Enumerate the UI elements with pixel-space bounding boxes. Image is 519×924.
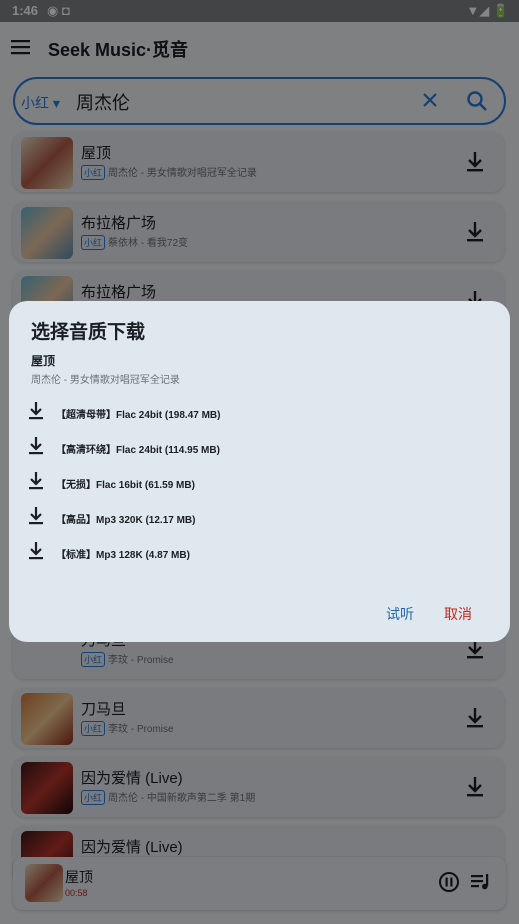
download-icon xyxy=(27,541,45,566)
quality-option[interactable]: 【高品】Mp3 320K (12.17 MB) xyxy=(25,503,325,531)
download-icon xyxy=(27,506,45,531)
cancel-button[interactable]: 取消 xyxy=(444,604,472,624)
listen-button[interactable]: 试听 xyxy=(386,604,414,624)
dialog-song-artist: 周杰伦 - 男女情歌对唱冠军全记录 xyxy=(31,375,180,386)
quality-dialog: 选择音质下载 屋顶 周杰伦 - 男女情歌对唱冠军全记录 【超清母带】Flac 2… xyxy=(9,301,510,642)
quality-label: 【标准】Mp3 128K (4.87 MB) xyxy=(56,550,190,561)
download-icon xyxy=(27,471,45,496)
quality-label: 【超清母带】Flac 24bit (198.47 MB) xyxy=(56,410,221,421)
quality-label: 【高品】Mp3 320K (12.17 MB) xyxy=(56,515,196,526)
quality-option[interactable]: 【高清环绕】Flac 24bit (114.95 MB) xyxy=(25,433,325,461)
quality-option[interactable]: 【超清母带】Flac 24bit (198.47 MB) xyxy=(25,398,325,426)
dialog-title: 选择音质下载 xyxy=(31,322,146,343)
quality-option[interactable]: 【无损】Flac 16bit (61.59 MB) xyxy=(25,468,325,496)
quality-label: 【高清环绕】Flac 24bit (114.95 MB) xyxy=(56,445,220,456)
download-icon xyxy=(27,401,45,426)
quality-option[interactable]: 【标准】Mp3 128K (4.87 MB) xyxy=(25,538,325,566)
download-icon xyxy=(27,436,45,461)
dialog-song-title: 屋顶 xyxy=(31,354,56,368)
quality-label: 【无损】Flac 16bit (61.59 MB) xyxy=(56,480,195,491)
